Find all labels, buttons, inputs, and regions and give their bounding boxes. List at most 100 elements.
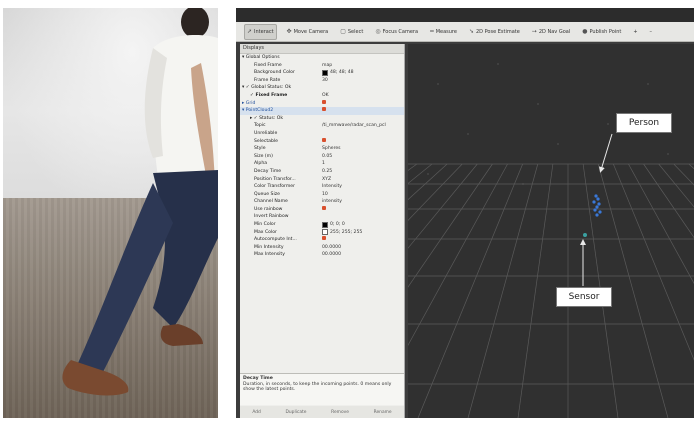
grid-line — [613, 163, 694, 361]
display-row-value-text: /ti_mmwave/radar_scan_pcl — [322, 123, 386, 129]
grid-line — [408, 163, 463, 221]
tool-move-camera-label: Move Camera — [293, 28, 329, 35]
display-row[interactable]: Channel Name intensity — [240, 198, 404, 206]
arrow-icon: ➘ — [468, 28, 474, 35]
display-row-value: 00.0000 — [322, 251, 341, 259]
display-row[interactable]: Min Color 0; 0; 0 — [240, 221, 404, 229]
display-row[interactable]: Autocompute Int... — [240, 236, 404, 244]
person-point — [593, 208, 597, 212]
duplicate-display-button[interactable]: Duplicate — [286, 410, 307, 415]
display-row-key: Max Intensity — [254, 252, 285, 258]
person-callout: Person — [616, 113, 672, 133]
tool-2d-pose[interactable]: ➘ 2D Pose Estimate — [467, 25, 522, 39]
sensor-callout: Sensor — [556, 287, 612, 307]
person-point — [592, 200, 596, 204]
display-row[interactable]: Size (m) 0.05 — [240, 153, 404, 161]
display-row-key: ▸ ✓ Status: Ok — [250, 115, 283, 121]
checkbox-icon[interactable] — [322, 107, 326, 112]
display-row-key: Min Intensity — [254, 244, 284, 250]
display-row-value: OK — [322, 92, 329, 100]
display-row-value-text: 1 — [322, 161, 325, 167]
display-row-value-text: 00.0000 — [322, 252, 341, 258]
display-row[interactable]: Fixed Frame map — [240, 62, 404, 70]
display-row[interactable]: Frame Rate 30 — [240, 77, 404, 85]
display-row[interactable]: Max Intensity 00.0000 — [240, 251, 404, 259]
display-row-key: ✓ Fixed Frame — [250, 92, 288, 98]
display-row-value: intensity — [322, 198, 342, 206]
display-row[interactable]: Color Transformer Intensity — [240, 183, 404, 191]
display-row-value — [322, 236, 328, 241]
checkbox-icon[interactable] — [322, 99, 326, 104]
displays-header: Displays — [240, 44, 404, 54]
display-row-key: Min Color — [254, 222, 276, 228]
display-row[interactable]: Position Transfor... XYZ — [240, 176, 404, 184]
grid-line — [467, 163, 539, 418]
display-row[interactable]: Decay Time 0.25 — [240, 168, 404, 176]
display-row-key: Frame Rate — [254, 77, 281, 83]
person-point — [595, 213, 599, 217]
display-row-value — [322, 137, 328, 142]
display-row[interactable]: Selectable — [240, 137, 404, 146]
display-row-value: 10 — [322, 191, 328, 199]
rviz-window: ➚ Interact ✥ Move Camera ▢ Select ◎ Focu… — [236, 8, 694, 418]
checkbox-icon[interactable] — [322, 236, 326, 241]
remove-display-button[interactable]: Remove — [331, 410, 349, 415]
display-row-value: /ti_mmwave/radar_scan_pcl — [322, 122, 386, 130]
grid-line — [673, 163, 694, 186]
checkbox-icon[interactable] — [322, 137, 326, 142]
display-row[interactable]: ▾ PointCloud2 — [240, 107, 404, 115]
display-row[interactable]: Use rainbow — [240, 205, 404, 214]
cursor-icon: ➚ — [247, 28, 253, 35]
3d-viewport[interactable] — [408, 44, 694, 418]
noise-point — [437, 83, 439, 85]
display-row-value: 255; 255; 255 — [322, 229, 362, 237]
display-row[interactable]: Queue Size 10 — [240, 191, 404, 199]
display-row-key: ▾ Global Options — [242, 55, 280, 60]
grid-line — [658, 163, 694, 208]
tool-focus-camera[interactable]: ◎ Focus Camera — [373, 25, 420, 39]
display-row[interactable]: Style Spheres — [240, 145, 404, 153]
tool-select[interactable]: ▢ Select — [338, 25, 365, 39]
display-row-value: 0; 0; 0 — [322, 221, 345, 229]
display-row-key: ▾ ✓ Global Status: Ok — [242, 85, 292, 91]
noise-point — [537, 103, 539, 105]
tool-publish-point-label: Publish Point — [589, 28, 622, 35]
display-row-key: Topic — [254, 123, 266, 129]
display-row[interactable]: ▸ ✓ Status: Ok — [240, 115, 404, 123]
checkbox-icon[interactable] — [322, 205, 326, 210]
display-row[interactable]: Unreliable — [240, 130, 404, 138]
display-row[interactable]: Max Color 255; 255; 255 — [240, 229, 404, 237]
display-row-value-text: 00.0000 — [322, 244, 341, 250]
display-row-value: 30 — [322, 77, 328, 85]
person-trousers — [153, 170, 218, 328]
display-row[interactable]: ▾ ✓ Global Status: Ok — [240, 84, 404, 92]
tool-publish-point[interactable]: ● Publish Point — [580, 25, 623, 39]
rename-display-button[interactable]: Rename — [374, 410, 392, 415]
display-row-value-text: 0; 0; 0 — [330, 222, 345, 228]
display-row-value-text: intensity — [322, 199, 342, 205]
noise-point — [497, 63, 499, 65]
noise-point — [522, 183, 524, 185]
person-head — [181, 8, 209, 38]
tool-measure[interactable]: ═ Measure — [428, 25, 459, 39]
display-row[interactable]: ▾ Global Options — [240, 54, 404, 62]
display-row[interactable]: Invert Rainbow — [240, 213, 404, 221]
window-titlebar — [236, 8, 694, 22]
plus-icon: + — [633, 28, 638, 35]
display-row[interactable]: Background Color 48; 48; 48 — [240, 69, 404, 77]
display-row[interactable]: ✓ Fixed Frame OK — [240, 92, 404, 100]
tool-interact[interactable]: ➚ Interact — [244, 23, 277, 40]
noise-point — [607, 123, 609, 125]
display-row-value — [322, 99, 328, 104]
tool-move-camera[interactable]: ✥ Move Camera — [285, 25, 331, 39]
display-row[interactable]: Topic/ti_mmwave/radar_scan_pcl — [240, 122, 404, 130]
display-row[interactable]: ▸ Grid — [240, 99, 404, 108]
tool-add[interactable]: + — [631, 25, 639, 39]
tool-remove[interactable]: – — [648, 25, 655, 39]
display-row[interactable]: Alpha 1 — [240, 160, 404, 168]
add-display-button[interactable]: Add — [252, 410, 261, 415]
tool-2d-nav-goal[interactable]: ➙ 2D Nav Goal — [530, 25, 572, 39]
display-row-value: 48; 48; 48 — [322, 69, 354, 77]
display-row-key: Position Transfor... — [254, 176, 296, 182]
display-row[interactable]: Min Intensity 00.0000 — [240, 244, 404, 252]
